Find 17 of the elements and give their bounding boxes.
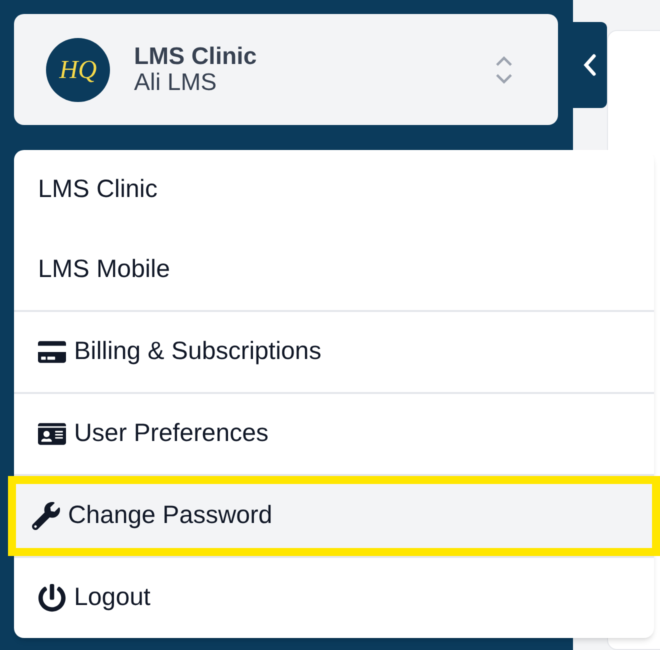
user-name: Ali LMS bbox=[134, 70, 218, 96]
power-icon bbox=[38, 584, 66, 612]
account-switcher[interactable]: HQ LMS Clinic Ali LMS bbox=[14, 14, 558, 125]
chevron-up-down-icon bbox=[494, 54, 514, 86]
menu-item[interactable]: Billing & Subscriptions bbox=[38, 333, 322, 371]
id-card-icon bbox=[38, 420, 66, 448]
menu-item[interactable]: LMS Clinic bbox=[38, 171, 158, 209]
menu-item[interactable]: Logout bbox=[38, 579, 150, 617]
wrench-icon bbox=[32, 502, 60, 530]
menu-item[interactable]: LMS Mobile bbox=[38, 251, 170, 289]
logo: HQ bbox=[46, 38, 110, 102]
chevron-left-icon bbox=[583, 53, 597, 77]
clinic-name: LMS Clinic bbox=[134, 44, 258, 70]
collapse-sidebar-button[interactable] bbox=[573, 22, 607, 108]
menu-item[interactable]: Change Password bbox=[32, 497, 272, 535]
credit-card-icon bbox=[38, 338, 66, 366]
menu-item[interactable]: User Preferences bbox=[38, 415, 269, 453]
